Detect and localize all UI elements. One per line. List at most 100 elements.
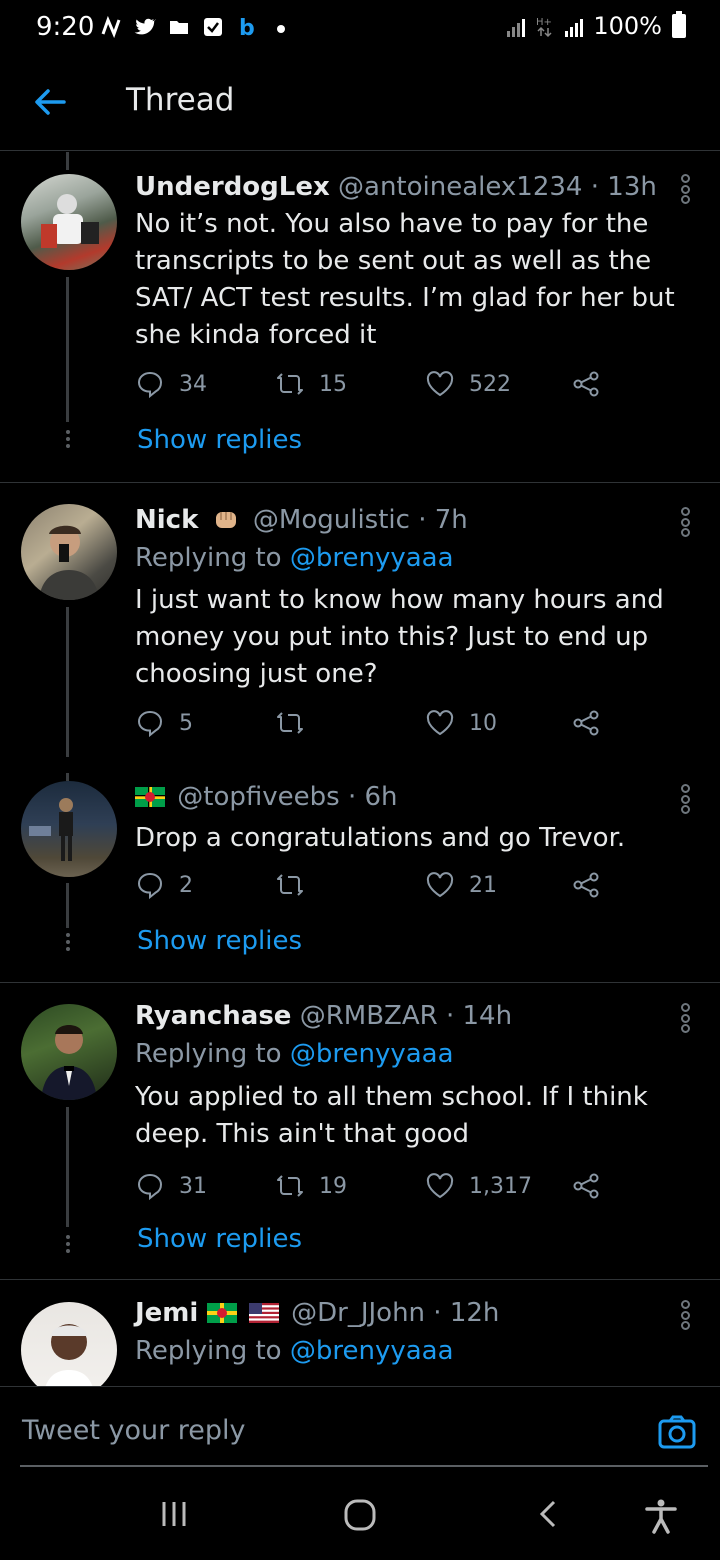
avatar-person-image (45, 1324, 93, 1386)
share-button[interactable] (571, 870, 601, 900)
like-count: 1,317 (469, 1173, 532, 1199)
handle-and-time: @RMBZAR · 14h (299, 1001, 513, 1031)
replying-to-prefix: Replying to (135, 543, 282, 573)
avatar[interactable] (21, 781, 117, 877)
home-icon[interactable] (343, 1498, 377, 1532)
reply-count: 31 (179, 1173, 207, 1199)
like-button[interactable]: 21 (425, 870, 497, 900)
avatar[interactable] (21, 1302, 117, 1386)
handle-and-time: @topfiveebs · 6h (177, 782, 398, 812)
signal-strength-2-icon (565, 15, 584, 37)
retweet-button[interactable] (275, 708, 319, 738)
retweet-button[interactable] (275, 870, 319, 900)
share-button[interactable] (571, 369, 601, 399)
twitter-icon (134, 18, 156, 35)
display-name[interactable]: UnderdogLex (135, 172, 330, 202)
more-options-icon[interactable] (676, 784, 694, 814)
display-name[interactable]: Ryanchase (135, 1001, 291, 1031)
avatar-photo-image (29, 798, 73, 861)
show-replies-link[interactable]: Show replies (137, 926, 302, 956)
share-icon (573, 371, 599, 397)
reply-button[interactable]: 2 (135, 870, 193, 900)
like-button[interactable]: 10 (425, 708, 497, 738)
back-arrow-icon[interactable] (30, 82, 70, 122)
share-button[interactable] (571, 708, 601, 738)
tweet-actions: 5 10 (135, 708, 605, 744)
tweet[interactable]: Nick @Mogulistic · 7h Replying to @breny… (0, 483, 720, 773)
retweet-icon (277, 1175, 303, 1197)
tweet-header: Ryanchase @RMBZAR · 14h (135, 1001, 512, 1031)
accessibility-icon[interactable] (644, 1498, 678, 1534)
handle-and-time: @Mogulistic · 7h (252, 505, 468, 535)
thread-feed[interactable]: UnderdogLex @antoinealex1234 · 13h No it… (0, 152, 720, 1386)
like-button[interactable]: 522 (425, 369, 511, 399)
reply-button[interactable]: 34 (135, 369, 207, 399)
like-button[interactable]: 1,317 (425, 1171, 532, 1201)
reply-icon (137, 872, 163, 900)
thread-dots (66, 933, 70, 954)
back-nav-icon[interactable] (534, 1498, 564, 1530)
share-icon (573, 872, 599, 898)
recent-apps-icon[interactable] (158, 1498, 190, 1530)
retweet-count: 19 (319, 1173, 347, 1199)
replying-to: Replying to @brenyyaaa (135, 543, 454, 573)
thread-dots (66, 1235, 70, 1256)
tweet-actions: 31 19 1,317 (135, 1171, 605, 1207)
share-icon (573, 710, 599, 736)
heart-icon (426, 710, 454, 736)
tweet-header: Nick @Mogulistic · 7h (135, 505, 468, 535)
thread-connector (66, 773, 69, 781)
more-notifications-dot-icon (277, 25, 285, 33)
reply-composer: Tweet your reply (0, 1386, 720, 1468)
thread-connector (66, 883, 69, 928)
retweet-icon (277, 712, 303, 734)
reply-icon (137, 371, 163, 399)
avatar-football-image (41, 194, 99, 248)
share-icon (573, 1173, 599, 1199)
reply-button[interactable]: 31 (135, 1171, 207, 1201)
handle-and-time: @antoinealex1234 · 13h (338, 172, 657, 202)
tweet-text: I just want to know how many hours and m… (135, 585, 664, 689)
camera-icon[interactable] (658, 1415, 696, 1449)
replying-to-link[interactable]: @brenyyaaa (290, 543, 454, 573)
reply-count: 34 (179, 371, 207, 397)
share-button[interactable] (571, 1171, 601, 1201)
show-replies-link[interactable]: Show replies (137, 1224, 302, 1254)
tweet[interactable]: Ryanchase @RMBZAR · 14h Replying to @bre… (0, 983, 720, 1279)
retweet-button[interactable]: 15 (275, 369, 347, 399)
retweet-icon (277, 874, 303, 896)
more-options-icon[interactable] (676, 174, 694, 204)
notification-icons: b (100, 16, 292, 38)
tweet[interactable]: @topfiveebs · 6h Drop a congratulations … (0, 773, 720, 982)
show-replies-link[interactable]: Show replies (137, 425, 302, 455)
thread-connector (66, 1107, 69, 1227)
tweet-text: Drop a congratulations and go Trevor. (135, 823, 626, 853)
reply-input[interactable]: Tweet your reply (22, 1415, 246, 1446)
retweet-button[interactable]: 19 (275, 1171, 347, 1201)
tweet[interactable]: UnderdogLex @antoinealex1234 · 13h No it… (0, 152, 720, 482)
replying-to-link[interactable]: @brenyyaaa (290, 1336, 454, 1366)
tweet[interactable]: Jemi @Dr_JJohn · 12h Replying to @brenyy… (0, 1280, 720, 1386)
more-options-icon[interactable] (676, 1003, 694, 1033)
avatar[interactable] (21, 174, 117, 270)
avatar-person-image (41, 1025, 97, 1100)
display-name[interactable]: Nick (135, 505, 198, 535)
avatar[interactable] (21, 1004, 117, 1100)
replying-to-link[interactable]: @brenyyaaa (290, 1039, 454, 1069)
avatar[interactable] (21, 504, 117, 600)
tweet-text: No it’s not. You also have to pay for th… (135, 209, 675, 350)
display-name[interactable]: Jemi (135, 1298, 198, 1328)
reply-button[interactable]: 5 (135, 708, 193, 738)
signal-strength-icon (507, 15, 526, 37)
heart-icon (426, 872, 454, 898)
reply-count: 5 (179, 710, 193, 736)
reply-icon (137, 710, 163, 738)
heart-icon (426, 1173, 454, 1199)
reply-icon (137, 1173, 163, 1201)
nfc-icon (101, 16, 121, 38)
replying-to-prefix: Replying to (135, 1336, 282, 1366)
more-options-icon[interactable] (676, 1300, 694, 1330)
thread-dots (66, 430, 70, 451)
hplus-data-icon: H+ (536, 17, 552, 38)
more-options-icon[interactable] (676, 507, 694, 537)
